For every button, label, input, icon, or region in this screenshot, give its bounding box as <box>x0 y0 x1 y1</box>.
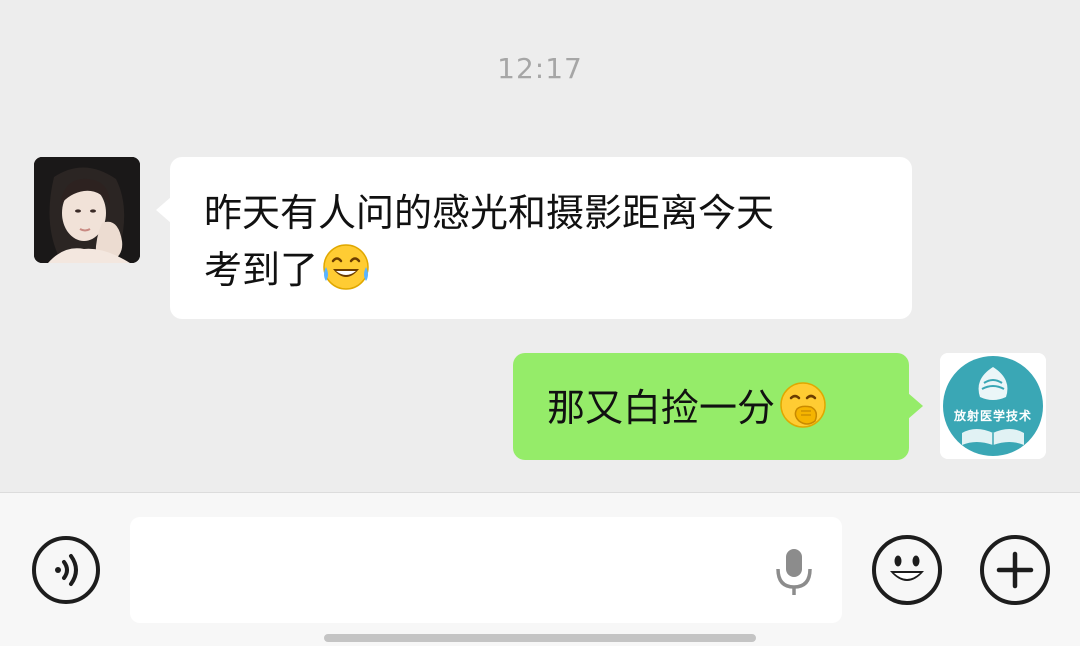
radiology-logo-icon <box>940 353 1046 459</box>
hand-over-mouth-emoji-icon <box>780 382 826 428</box>
my-avatar[interactable]: 放射医学技术 <box>940 353 1046 459</box>
tears-of-joy-emoji-icon <box>323 244 369 290</box>
contact-avatar-photo <box>34 157 140 263</box>
microphone-icon[interactable] <box>773 547 815 597</box>
more-actions-button[interactable] <box>980 535 1050 605</box>
avatar-logo-text: 放射医学技术 <box>953 409 1032 423</box>
outgoing-message-text: 那又白捡一分 <box>547 386 776 430</box>
message-input[interactable] <box>130 517 842 623</box>
voice-mode-button[interactable] <box>32 536 100 604</box>
incoming-message-line-1: 昨天有人问的感光和摄影距离今天 <box>204 191 775 235</box>
voice-mode-icon <box>55 554 78 586</box>
incoming-message-bubble[interactable]: 昨天有人问的感光和摄影距离今天 考到了 <box>156 157 912 319</box>
plus-icon <box>996 551 1034 589</box>
contact-avatar[interactable] <box>34 157 140 263</box>
timestamp: 12:17 <box>497 52 583 85</box>
outgoing-message-bubble[interactable]: 那又白捡一分 <box>513 353 923 460</box>
home-indicator[interactable] <box>324 634 756 642</box>
incoming-message-line-2: 考到了 <box>204 241 878 298</box>
emoji-button[interactable] <box>872 535 942 605</box>
incoming-message-line-2-text: 考到了 <box>204 248 319 292</box>
emoji-face-icon <box>890 555 924 581</box>
